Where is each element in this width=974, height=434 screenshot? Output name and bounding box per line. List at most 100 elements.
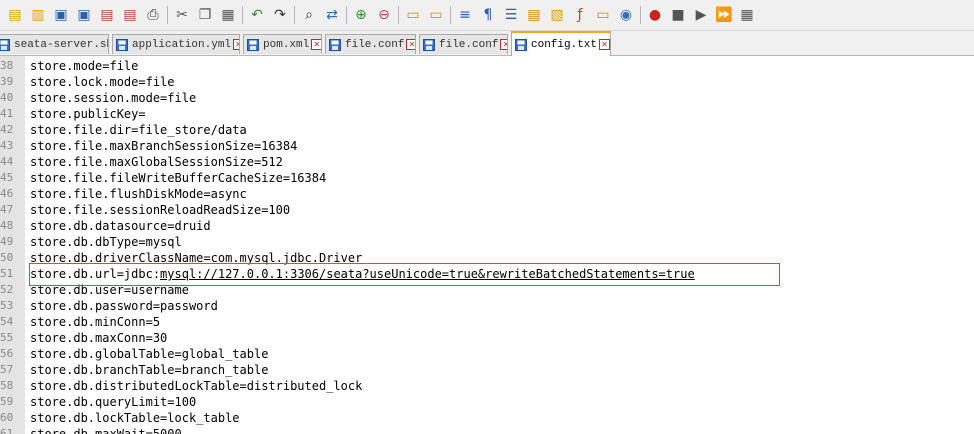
tab-label: application.yml bbox=[132, 38, 232, 51]
code-line[interactable]: store.file.maxGlobalSessionSize=512 bbox=[30, 154, 283, 170]
tab-file-conf[interactable]: file.conf✕ bbox=[325, 34, 416, 54]
save-icon: ▣ bbox=[54, 7, 68, 23]
zoom-out-button[interactable]: ⊖ bbox=[374, 5, 394, 25]
tab-seata-server-sh[interactable]: seata-server.sh✕ bbox=[0, 34, 109, 54]
save-macro-icon: ▦ bbox=[740, 7, 754, 23]
tab-label: seata-server.sh bbox=[14, 38, 109, 51]
line-number: 60 bbox=[0, 411, 14, 424]
find-button[interactable]: ⌕ bbox=[299, 5, 319, 25]
code-line[interactable]: store.mode=file bbox=[30, 58, 138, 74]
code-line[interactable]: store.db.user=username bbox=[30, 282, 189, 298]
tab-close-icon[interactable]: ✕ bbox=[233, 39, 239, 50]
code-line[interactable]: store.db.driverClassName=com.mysql.jdbc.… bbox=[30, 250, 362, 266]
stop-recording-button[interactable]: ■ bbox=[668, 5, 688, 25]
copy-icon: ❐ bbox=[198, 7, 212, 23]
code-line[interactable]: store.db.dbType=mysql bbox=[30, 234, 182, 250]
tab-config-txt[interactable]: config.txt ✕ bbox=[511, 31, 611, 56]
run-multiple-button[interactable]: ⏩ bbox=[714, 5, 734, 25]
code-line[interactable]: store.db.minConn=5 bbox=[30, 314, 160, 330]
line-number: 41 bbox=[0, 107, 14, 120]
code-line[interactable]: store.file.sessionReloadReadSize=100 bbox=[30, 202, 290, 218]
code-line[interactable]: store.db.datasource=druid bbox=[30, 218, 211, 234]
tab-label: config.txt bbox=[531, 38, 598, 51]
function-list-icon: ƒ bbox=[577, 7, 583, 23]
code-line[interactable]: store.db.password=password bbox=[30, 298, 218, 314]
show-all-chars-button[interactable]: ¶ bbox=[478, 5, 498, 25]
redo-button[interactable]: ↷ bbox=[270, 5, 290, 25]
save-all-button[interactable]: ▣ bbox=[74, 5, 94, 25]
cut-icon: ✂ bbox=[176, 7, 188, 23]
tab-application-yml[interactable]: application.yml✕ bbox=[112, 34, 240, 54]
tab-label: file.conf bbox=[439, 38, 499, 51]
undo-button[interactable]: ↶ bbox=[247, 5, 267, 25]
code-line[interactable]: store.session.mode=file bbox=[30, 90, 196, 106]
code-line[interactable]: store.db.queryLimit=100 bbox=[30, 394, 196, 410]
word-wrap-button[interactable]: ≡ bbox=[455, 5, 475, 25]
sync-vertical-button[interactable]: ▭ bbox=[403, 5, 423, 25]
find-icon: ⌕ bbox=[305, 7, 313, 23]
tab-close-icon[interactable]: ✕ bbox=[500, 39, 507, 50]
close-all-icon: ▤ bbox=[123, 7, 137, 23]
tab-close-icon[interactable]: ✕ bbox=[599, 39, 610, 50]
code-line[interactable]: store.db.globalTable=global_table bbox=[30, 346, 268, 362]
zoom-in-button[interactable]: ⊕ bbox=[351, 5, 371, 25]
close-button[interactable]: ▤ bbox=[97, 5, 117, 25]
close-all-button[interactable]: ▤ bbox=[120, 5, 140, 25]
code-text: store.db.minConn=5 bbox=[30, 315, 161, 329]
close-icon: ▤ bbox=[100, 7, 114, 23]
file-icon bbox=[247, 38, 259, 51]
file-icon bbox=[0, 38, 10, 51]
copy-button[interactable]: ❐ bbox=[195, 5, 215, 25]
tab-file-conf[interactable]: file.conf✕ bbox=[419, 34, 508, 54]
code-line[interactable]: store.file.fileWriteBufferCacheSize=1638… bbox=[30, 170, 326, 186]
code-line[interactable]: store.db.url=jdbc:mysql://127.0.0.1:3306… bbox=[30, 266, 695, 282]
code-text: store.db.distributedLockTable=distribute… bbox=[30, 379, 363, 393]
code-line[interactable]: store.file.flushDiskMode=async bbox=[30, 186, 247, 202]
user-language-button[interactable]: ▤ bbox=[524, 5, 544, 25]
url-link[interactable]: mysql://127.0.0.1:3306/seata?useUnicode=… bbox=[160, 267, 695, 281]
code-line[interactable]: store.file.maxBranchSessionSize=16384 bbox=[30, 138, 297, 154]
tab-pom-xml[interactable]: pom.xml ✕ bbox=[243, 34, 322, 54]
code-line[interactable]: store.publicKey= bbox=[30, 106, 146, 122]
code-line[interactable]: store.db.lockTable=lock_table bbox=[30, 410, 240, 426]
file-icon bbox=[329, 38, 341, 51]
sync-horizontal-button[interactable]: ▭ bbox=[426, 5, 446, 25]
code-text: store.file.maxBranchSessionSize=16384 bbox=[30, 139, 298, 153]
document-map-button[interactable]: ▧ bbox=[547, 5, 567, 25]
function-list-button[interactable]: ƒ bbox=[570, 5, 590, 25]
run-multiple-icon: ⏩ bbox=[715, 7, 733, 23]
tab-label: pom.xml bbox=[263, 38, 310, 51]
line-number: 57 bbox=[0, 363, 14, 376]
save-macro-button[interactable]: ▦ bbox=[737, 5, 757, 25]
folder-workspace-button[interactable]: ▭ bbox=[593, 5, 613, 25]
line-number: 44 bbox=[0, 155, 14, 168]
playback-button[interactable]: ▶ bbox=[691, 5, 711, 25]
sync-horizontal-icon: ▭ bbox=[429, 7, 443, 23]
code-line[interactable]: store.file.dir=file_store/data bbox=[30, 122, 247, 138]
code-line[interactable]: store.db.maxConn=30 bbox=[30, 330, 167, 346]
cut-button[interactable]: ✂ bbox=[172, 5, 192, 25]
new-file-button[interactable]: ▤ bbox=[5, 5, 25, 25]
code-text: store.db.dbType=mysql bbox=[30, 235, 182, 249]
monitoring-button[interactable]: ◉ bbox=[616, 5, 636, 25]
code-text: store.db.user=username bbox=[30, 283, 189, 297]
open-file-button[interactable]: ▥ bbox=[28, 5, 48, 25]
code-line[interactable]: store.db.distributedLockTable=distribute… bbox=[30, 378, 362, 394]
tab-close-icon[interactable]: ✕ bbox=[406, 39, 415, 50]
code-text: store.db.maxWait=5000 bbox=[30, 427, 182, 434]
save-button[interactable]: ▣ bbox=[51, 5, 71, 25]
indent-guide-button[interactable]: ☰ bbox=[501, 5, 521, 25]
line-number: 38 bbox=[0, 59, 14, 72]
code-line[interactable]: store.lock.mode=file bbox=[30, 74, 175, 90]
editor-pane[interactable]: 38 39 40 41 42 43 44 45 46 47 48 49 50 51 52 53 54 55 56 57… bbox=[0, 56, 974, 434]
record-macro-button[interactable]: ● bbox=[645, 5, 665, 25]
word-wrap-icon: ≡ bbox=[459, 7, 471, 23]
print-button[interactable]: ⎙ bbox=[143, 5, 163, 25]
line-number: 56 bbox=[0, 347, 14, 360]
line-number-gutter: 38 39 40 41 42 43 44 45 46 47 48 49 50 51 52 53 54 55 56 57… bbox=[0, 56, 25, 434]
paste-button[interactable]: ▦ bbox=[218, 5, 238, 25]
code-line[interactable]: store.db.branchTable=branch_table bbox=[30, 362, 268, 378]
code-line[interactable]: store.db.maxWait=5000 bbox=[30, 426, 182, 434]
tab-close-icon[interactable]: ✕ bbox=[311, 39, 321, 50]
replace-button[interactable]: ⇄ bbox=[322, 5, 342, 25]
